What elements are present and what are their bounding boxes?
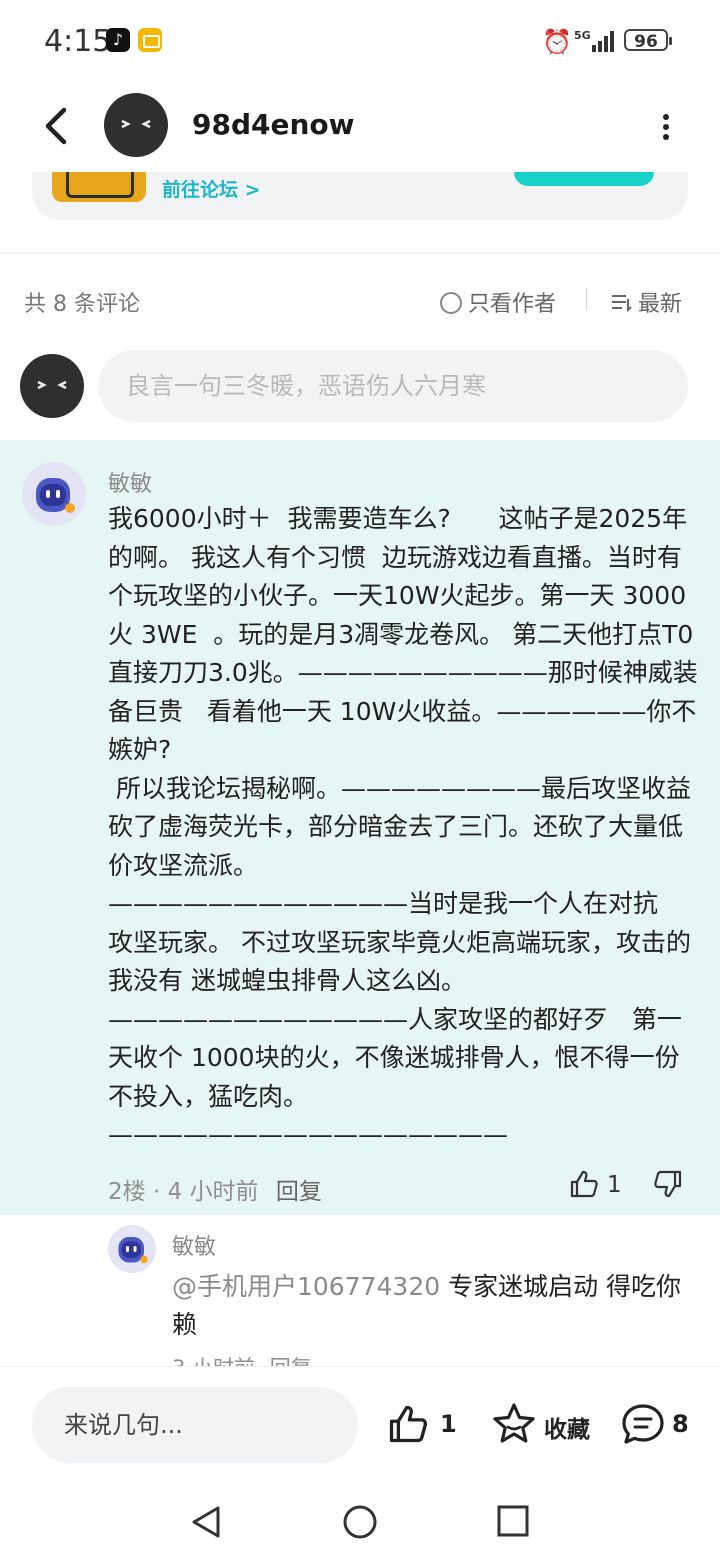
star-icon[interactable] <box>490 1400 538 1448</box>
reply-body: @手机用户106774320 专家迷城启动 得吃你赖 <box>172 1268 692 1344</box>
avatar-face-icon <box>37 380 67 390</box>
network-label: 5G <box>574 29 591 42</box>
like-count: 1 <box>607 1172 622 1198</box>
reply-author[interactable]: 敏敏 <box>172 1229 216 1261</box>
thumbs-up-icon[interactable] <box>386 1402 430 1446</box>
system-nav-bar <box>0 1486 720 1560</box>
reply-reply-button[interactable]: 回复 <box>270 1356 312 1366</box>
forum-follow-button[interactable] <box>514 172 654 186</box>
my-avatar <box>20 354 84 418</box>
sort-toggle[interactable]: 最新 <box>610 286 682 318</box>
robot-avatar-icon <box>22 462 86 526</box>
comment-author[interactable]: 敏敏 <box>108 466 152 498</box>
game-thumbnail <box>52 172 146 202</box>
mention-link[interactable]: @手机用户106774320 <box>172 1272 440 1301</box>
only-author-toggle[interactable]: 只看作者 <box>440 286 556 318</box>
more-options-icon[interactable] <box>654 112 678 142</box>
status-bar: 4:15 ♪ ⏰ 5G 96 <box>0 0 720 80</box>
comment-count: 共 8 条评论 <box>24 292 140 317</box>
say-something-input[interactable] <box>32 1387 358 1463</box>
robot-avatar-icon <box>108 1225 156 1273</box>
nav-back-icon[interactable] <box>188 1504 224 1540</box>
thumbs-down-icon[interactable] <box>652 1168 684 1200</box>
post-comment-count: 8 <box>672 1410 689 1438</box>
reply-meta: 3 小时前 回复 <box>172 1352 312 1366</box>
reply-button[interactable]: 回复 <box>276 1179 322 1205</box>
comment-input[interactable] <box>98 350 688 422</box>
user-avatar[interactable] <box>104 93 168 157</box>
battery-indicator: 96 <box>624 29 672 52</box>
only-author-label: 只看作者 <box>468 292 557 317</box>
reply-author-avatar[interactable] <box>108 1225 156 1273</box>
sort-label: 最新 <box>638 292 683 317</box>
section-divider <box>0 252 720 254</box>
comment-bubble-icon[interactable] <box>620 1402 666 1448</box>
comment-meta: 2楼 · 4 小时前 回复 <box>108 1172 322 1206</box>
favorite-label[interactable]: 收藏 <box>544 1410 590 1444</box>
avatar-face-icon <box>121 119 151 129</box>
alarm-icon: ⏰ <box>542 28 572 56</box>
floor-time: 2楼 · 4 小时前 <box>108 1179 259 1205</box>
divider <box>586 288 587 310</box>
goto-forum-link[interactable]: 前往论坛 > <box>162 175 261 202</box>
reply-floor-time: 3 小时前 <box>172 1356 255 1366</box>
thumbs-up-icon[interactable] <box>568 1168 600 1200</box>
username[interactable]: 98d4enow <box>192 108 355 141</box>
radio-icon <box>440 292 462 314</box>
nav-home-icon[interactable] <box>342 1504 378 1540</box>
sort-icon <box>612 295 632 313</box>
signal-icon: 5G <box>574 29 614 52</box>
commenter-avatar[interactable] <box>22 462 86 526</box>
post-like-count: 1 <box>440 1410 457 1438</box>
tiktok-notification-icon: ♪ <box>106 28 130 52</box>
mail-notification-icon <box>138 28 162 52</box>
status-time: 4:15 <box>44 24 112 59</box>
back-arrow-icon[interactable] <box>38 104 78 148</box>
nav-recents-icon[interactable] <box>496 1504 530 1538</box>
comment-body: 我6000小时＋ 我需要造车么? 这帖子是2025年的啊。 我这人有个习惯 边玩… <box>108 504 698 1149</box>
